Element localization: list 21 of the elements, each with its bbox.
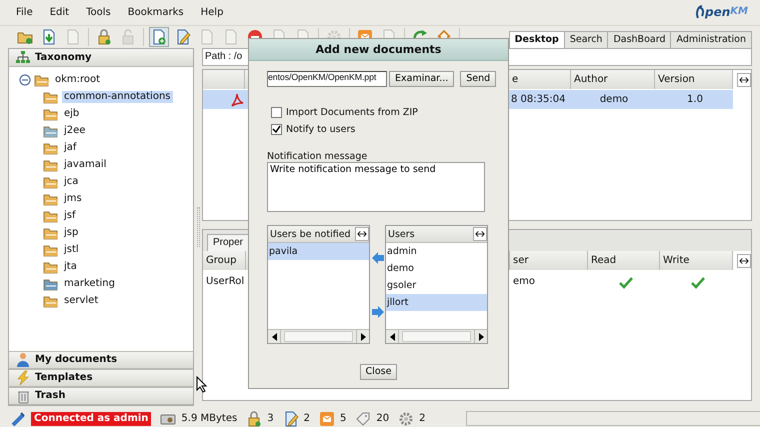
connection-status: Connected as admin	[31, 412, 152, 426]
status-count: 2	[419, 412, 426, 424]
checkbox-label: Import Documents from ZIP	[286, 106, 418, 118]
app-logo: penKM	[695, 5, 748, 20]
path-label: Path : /o	[205, 51, 242, 63]
status-count: 5	[340, 412, 346, 424]
status-count: 3	[267, 412, 274, 424]
status-count: 2	[304, 412, 310, 424]
list-header: Users be notified	[270, 228, 351, 240]
list-header: Users	[388, 228, 415, 240]
table-cell: 8 08:35:04	[511, 94, 566, 106]
checkbox-label: Notify to users	[286, 124, 356, 136]
table-cell: demo	[600, 94, 628, 106]
field-label: Notification message	[267, 151, 368, 162]
dialog-title: Add new documents	[316, 42, 442, 56]
table-cell: UserRol	[206, 276, 244, 288]
status-count: 20	[376, 412, 390, 424]
table-cell: emo	[513, 276, 536, 288]
status-count: 5.9 MBytes	[181, 412, 238, 424]
panel-title: Taxonomy	[35, 52, 92, 64]
table-cell: 1.0	[687, 94, 703, 106]
